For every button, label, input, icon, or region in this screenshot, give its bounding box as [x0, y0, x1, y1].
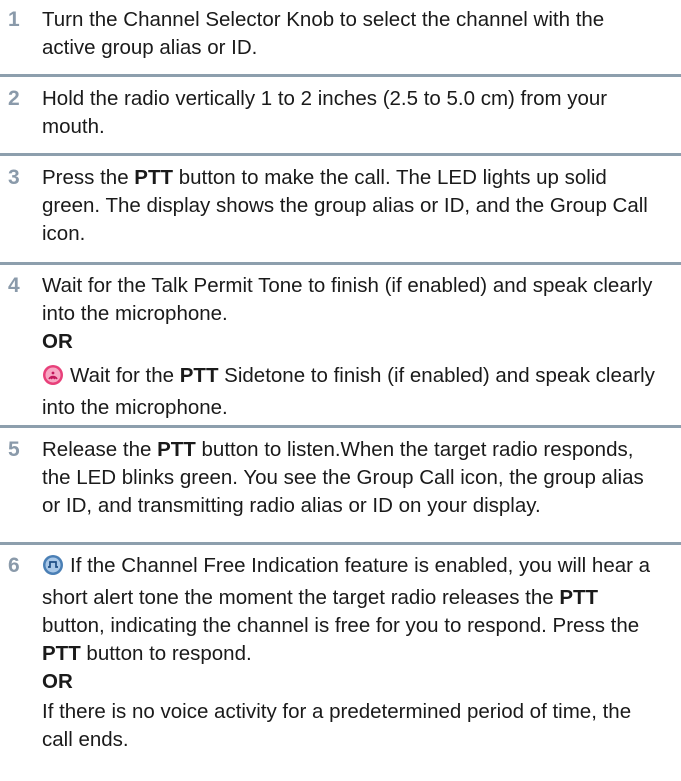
- step-text: If the Channel Free Indication feature i…: [42, 552, 661, 754]
- text-run: Press the: [42, 166, 135, 189]
- step-number: 1: [8, 8, 20, 31]
- step-5-text: Release the PTT button to listen.When th…: [42, 436, 661, 520]
- text-run: Release the: [42, 438, 158, 461]
- step-text: Release the PTT button to listen.When th…: [42, 436, 661, 520]
- or-label: OR: [42, 670, 73, 693]
- step-3-text: Press the PTT button to make the call. T…: [42, 164, 661, 248]
- step-text: Hold the radio vertically 1 to 2 inches …: [42, 85, 661, 141]
- channel-free-icon: [42, 554, 64, 584]
- or-label: OR: [42, 330, 73, 353]
- procedure-page: 1 Turn the Channel Selector Knob to sele…: [0, 0, 681, 781]
- step-number: 5: [8, 438, 20, 461]
- step-4-text: Wait for the Talk Permit Tone to finish …: [42, 274, 653, 325]
- step-1-text: Turn the Channel Selector Knob to select…: [42, 8, 605, 59]
- ptt-label: PTT: [559, 586, 599, 609]
- step-separator: [0, 262, 681, 265]
- step-separator: [0, 74, 681, 77]
- step-text: Wait for the Talk Permit Tone to finish …: [42, 272, 661, 422]
- text-run: button, indicating the channel is free f…: [42, 614, 640, 637]
- step-number: 2: [8, 87, 20, 110]
- ptt-label: PTT: [42, 642, 81, 665]
- ptt-label: PTT: [157, 438, 196, 461]
- step-separator: [0, 153, 681, 156]
- step-text: Turn the Channel Selector Knob to select…: [42, 6, 661, 62]
- step-number: 3: [8, 166, 20, 189]
- text-run: button to respond.: [80, 642, 252, 665]
- sidetone-icon: [42, 364, 64, 394]
- ptt-label: PTT: [179, 364, 219, 387]
- step-separator: [0, 542, 681, 545]
- step-number: 4: [8, 274, 20, 297]
- step-text: Press the PTT button to make the call. T…: [42, 164, 661, 248]
- ptt-label: PTT: [134, 166, 174, 189]
- step-6-alt-text: If there is no voice activity for a pred…: [42, 700, 632, 751]
- text-run: Wait for the: [70, 364, 180, 387]
- step-2-text: Hold the radio vertically 1 to 2 inches …: [42, 87, 608, 138]
- step-number: 6: [8, 554, 20, 577]
- step-separator: [0, 425, 681, 428]
- step-6-text: If the Channel Free Indication feature i…: [42, 552, 661, 668]
- step-4-alt-text: Wait for the PTT Sidetone to finish (if …: [42, 362, 661, 422]
